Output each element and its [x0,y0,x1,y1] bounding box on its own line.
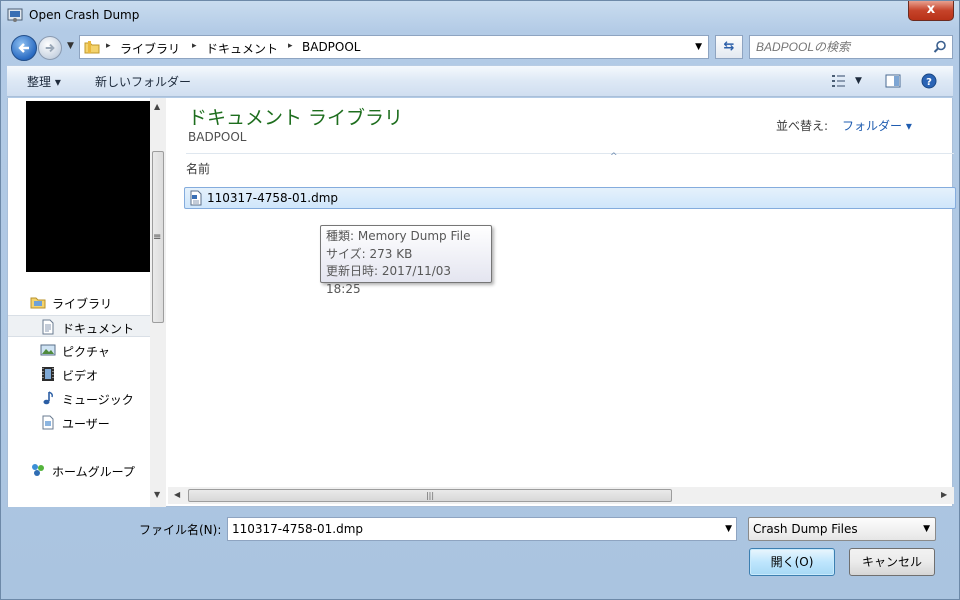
tooltip-size: サイズ: 273 KB [326,246,413,261]
picture-icon [40,344,56,356]
music-icon [43,391,53,405]
forward-button[interactable] [38,36,62,60]
svg-text:?: ? [926,77,932,88]
header-divider [186,153,954,154]
close-button[interactable]: x [908,1,954,21]
sidebar-item-label: ユーザー [62,417,110,431]
library-title: ドキュメント ライブラリ [188,107,404,129]
forward-arrow-icon [45,43,55,53]
file-list-pane: ドキュメント ライブラリ BADPOOL 並べ替え: フォルダー ▾ ^ 名前 … [168,98,956,507]
open-dialog-window: Open Crash Dump x ▼ ▸ ライブラリ ▸ ドキュメント ▸ B… [0,0,960,600]
sort-ascending-icon: ^ [610,152,618,162]
navigation-pane: ライブラリ ドキュメント ピクチャ ビデオ ミュージック ユーザー ホームグルー… [8,98,166,507]
sidebar-item-user[interactable]: ユーザー [8,411,150,433]
sidebar-item-music[interactable]: ミュージック [8,387,150,409]
search-box[interactable] [749,35,953,59]
filename-value[interactable]: 110317-4758-01.dmp [232,522,363,536]
scroll-down-icon[interactable]: ▼ [154,490,160,499]
address-dropdown-icon[interactable]: ▼ [695,42,702,52]
command-toolbar: 整理 ▾ 新しいフォルダー ▼ ? [7,65,953,97]
sidebar-item-documents[interactable]: ドキュメント [8,315,150,337]
sidebar-hidden-items [26,101,150,272]
search-icon[interactable] [933,40,947,54]
refresh-icon: ⇆ [723,39,735,54]
scroll-up-icon[interactable]: ▲ [154,102,160,111]
tooltip-type: 種類: Memory Dump File [326,229,471,243]
breadcrumb-badpool[interactable]: BADPOOL [302,40,361,54]
sort-label: 並べ替え: [776,119,829,133]
file-row-selected[interactable]: 110317-4758-01.dmp [184,187,956,209]
sidebar-item-pictures[interactable]: ピクチャ [8,339,150,361]
window-title: Open Crash Dump [29,8,140,22]
filename-field[interactable]: 110317-4758-01.dmp ▼ [227,517,737,541]
refresh-button[interactable]: ⇆ [715,35,743,59]
breadcrumb-documents[interactable]: ドキュメント [206,40,278,57]
cancel-button[interactable]: キャンセル [849,548,935,576]
title-bar[interactable]: Open Crash Dump x [1,1,959,31]
homegroup-icon [32,464,44,476]
file-type-select[interactable]: Crash Dump Files ▼ [748,517,936,541]
scroll-grip-icon: ||| [425,491,435,500]
filename-label: ファイル名(N): [139,523,222,537]
file-name: 110317-4758-01.dmp [207,191,339,205]
debugger-app-icon [7,8,23,22]
navigation-bar: ▼ ▸ ライブラリ ▸ ドキュメント ▸ BADPOOL ▼ ⇆ [7,31,953,63]
sidebar-item-label: ビデオ [62,369,99,383]
file-info-tooltip: 種類: Memory Dump File サイズ: 273 KB 更新日時: 2… [320,225,492,296]
back-arrow-icon [18,43,29,53]
breadcrumb-arrow-icon[interactable]: ▸ [288,41,293,51]
file-type-value: Crash Dump Files [753,522,858,536]
scroll-grip-icon: ≡ [153,232,162,243]
column-header-name[interactable]: 名前 [186,160,210,177]
library-icon [30,297,46,309]
video-icon [42,367,54,381]
help-icon[interactable]: ? [921,73,937,89]
sidebar-item-label: ピクチャ [62,345,110,359]
main-area: ライブラリ ドキュメント ピクチャ ビデオ ミュージック ユーザー ホームグルー… [7,98,956,507]
horizontal-scrollbar[interactable]: ◀ ||| ▶ [168,487,954,504]
filename-dropdown-icon[interactable]: ▼ [725,524,732,534]
view-dropdown-icon[interactable]: ▼ [855,76,862,86]
sidebar-item-libraries[interactable]: ライブラリ [8,291,150,313]
dialog-footer: ファイル名(N): 110317-4758-01.dmp ▼ Crash Dum… [7,508,953,596]
sort-by-dropdown[interactable]: フォルダー ▾ [842,117,912,134]
recent-pages-dropdown-icon[interactable]: ▼ [67,41,74,51]
back-button[interactable] [11,35,37,61]
open-button[interactable]: 開く(O) [749,548,835,576]
user-icon [42,415,54,430]
dump-file-icon [190,190,202,206]
new-folder-button[interactable]: 新しいフォルダー [95,73,191,90]
breadcrumb-libraries[interactable]: ライブラリ [120,40,180,57]
sidebar-item-videos[interactable]: ビデオ [8,363,150,385]
tooltip-modified: 更新日時: 2017/11/03 18:25 [326,264,452,296]
breadcrumb-arrow-icon[interactable]: ▸ [106,41,111,51]
breadcrumb-arrow-icon[interactable]: ▸ [192,41,197,51]
preview-pane-icon[interactable] [885,73,901,89]
horizontal-scroll-thumb[interactable]: ||| [188,489,672,502]
organize-menu-button[interactable]: 整理 ▾ [27,73,61,90]
sidebar-item-label: ドキュメント [62,322,135,336]
library-subtitle: BADPOOL [188,130,247,144]
folder-icon [84,41,100,54]
sidebar-scrollbar[interactable]: ▲ ≡ ▼ [150,98,166,507]
sidebar-item-label: ミュージック [62,393,134,407]
document-icon [42,319,54,335]
sidebar-item-label: ホームグループ [52,465,135,479]
address-bar[interactable]: ▸ ライブラリ ▸ ドキュメント ▸ BADPOOL ▼ [79,35,709,59]
sidebar-item-homegroup[interactable]: ホームグループ [8,459,150,481]
sidebar-item-label: ライブラリ [52,297,113,311]
file-type-dropdown-icon[interactable]: ▼ [923,524,930,534]
scroll-left-icon[interactable]: ◀ [174,490,180,499]
search-input[interactable] [756,39,926,55]
view-options-icon[interactable] [831,73,847,89]
scroll-right-icon[interactable]: ▶ [941,490,947,499]
